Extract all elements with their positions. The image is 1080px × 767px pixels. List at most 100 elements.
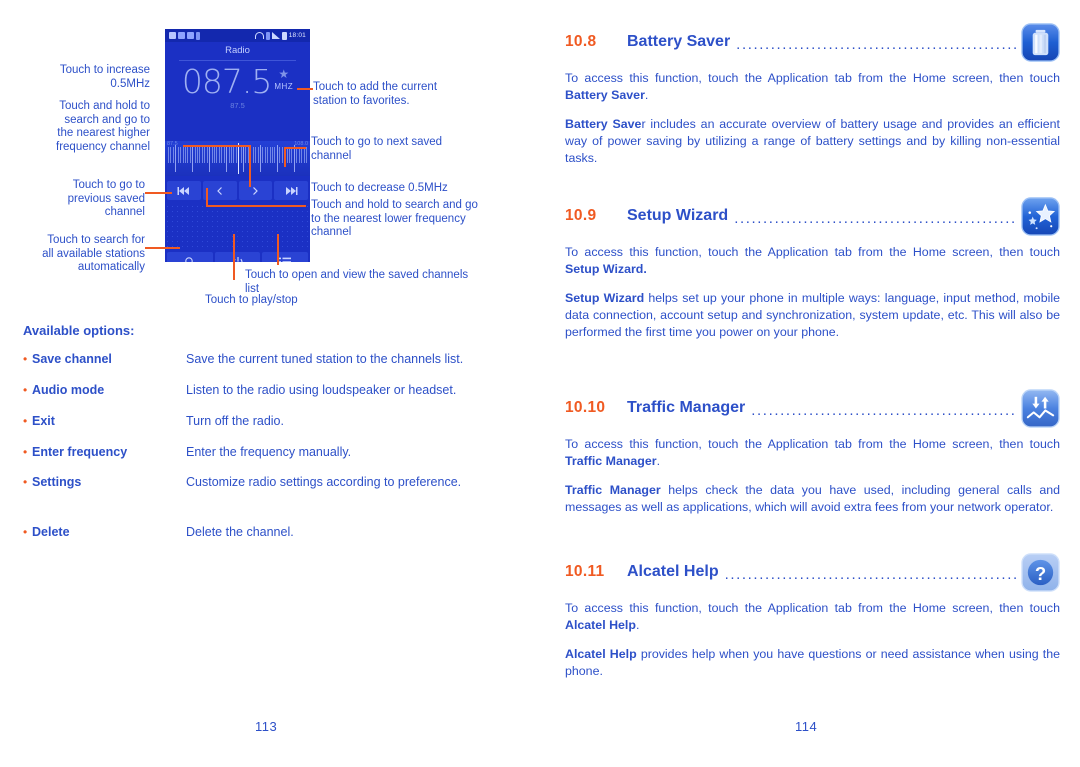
- emphasis-text: Setup Wizard: [565, 291, 645, 306]
- emphasis-text: Setup Wizard.: [565, 262, 647, 276]
- tuner-tick: [245, 147, 247, 163]
- tuner-tick: [274, 147, 276, 163]
- body-text: To access this function, touch the Appli…: [565, 437, 1060, 451]
- leader-line-search-lower: [206, 205, 306, 207]
- leader-line-search-higher-vert: [249, 145, 251, 187]
- body-text: .: [656, 454, 661, 468]
- section-title: Setup Wizard: [627, 207, 729, 224]
- tuner-tick: [197, 147, 199, 163]
- play-stop-button[interactable]: [214, 252, 261, 262]
- body-text: .: [635, 618, 640, 632]
- page-number-right: 114: [795, 719, 818, 734]
- option-term: Delete: [32, 525, 70, 539]
- frequency-value: 087.5: [181, 62, 272, 101]
- emphasis-text: Battery Saver: [565, 88, 645, 102]
- sim-icon: [187, 32, 194, 39]
- texture-dots: [165, 204, 310, 249]
- scan-stations-button[interactable]: [167, 252, 213, 262]
- leader-dots: ........................................…: [724, 565, 1017, 583]
- manual-spread: 18:01 Radio 087.5 ★ MHZ 87.5 87.5 108.0: [0, 0, 1080, 767]
- frequency-subtext: 87.5: [230, 101, 245, 110]
- tuner-tick: [269, 147, 271, 163]
- bullet-icon: •: [23, 525, 28, 539]
- emphasis-text: Traffic Manager: [565, 483, 661, 498]
- tuner-tick: [218, 147, 220, 163]
- callout-search-all-stations: Touch to search for all available station…: [42, 234, 145, 273]
- tuner-tick: [279, 147, 281, 163]
- tuner-tick: [233, 147, 235, 163]
- svg-text:?: ?: [1035, 562, 1046, 583]
- section-paragraph: Battery Saver includes an accurate overv…: [565, 116, 1060, 167]
- callout-add-favorite: Touch to add the current station to favor…: [313, 81, 438, 107]
- section-paragraph: Setup Wizard helps set up your phone in …: [565, 290, 1060, 341]
- tuner-tick: [296, 147, 298, 163]
- leader-dots: ........................................…: [734, 209, 1017, 227]
- title-divider: [179, 60, 296, 61]
- section-title: Alcatel Help: [627, 563, 719, 580]
- tuner-tick: [303, 147, 305, 163]
- section-title: Traffic Manager: [627, 399, 746, 416]
- section-title: Battery Saver: [627, 33, 731, 50]
- emphasis-text: Traffic Manager: [565, 454, 657, 468]
- tuner-tick: [199, 147, 201, 163]
- tuner-tick: [240, 147, 242, 163]
- option-term: Save channel: [32, 352, 112, 366]
- section-heading: 10.10 Traffic Manager....................…: [565, 388, 1060, 428]
- option-description: Turn off the radio.: [186, 414, 284, 428]
- bullet-icon: •: [23, 475, 28, 489]
- signal-icon: [271, 32, 280, 39]
- tuner-tick: [281, 147, 283, 163]
- body-text: To access this function, touch the Appli…: [565, 71, 1060, 85]
- callout-next-saved: Touch to go to next saved channel: [311, 136, 443, 162]
- section-paragraph: To access this function, touch the Appli…: [565, 600, 1060, 634]
- manual-section: 10.8 Battery Saver.......................…: [565, 22, 1060, 180]
- saved-channels-list-button[interactable]: [262, 252, 309, 262]
- tuner-tick: [301, 147, 303, 163]
- tuner-tick: [213, 147, 215, 163]
- tuner-tick: [177, 147, 179, 163]
- tuner-tick: [293, 145, 295, 172]
- body-text: To access this function, touch the Appli…: [565, 245, 1060, 259]
- tuner-tick: [272, 147, 274, 163]
- callout-play-stop: Touch to play/stop: [205, 294, 298, 306]
- leader-line-search-all: [145, 247, 180, 249]
- section-paragraph: To access this function, touch the Appli…: [565, 244, 1060, 278]
- page-number-left: 113: [255, 719, 278, 734]
- radio-app-title: Radio: [225, 45, 250, 56]
- section-paragraph: To access this function, touch the Appli…: [565, 70, 1060, 104]
- tuner-tick: [289, 147, 290, 163]
- tuner-tick: [305, 147, 307, 163]
- tuner-tick: [226, 145, 228, 172]
- bullet-icon: •: [23, 414, 28, 428]
- option-description: Customize radio settings according to pr…: [186, 475, 462, 489]
- option-description: Enter the frequency manually.: [186, 445, 352, 459]
- leader-line-previous-saved: [145, 192, 172, 194]
- section-number: 10.11: [565, 563, 605, 580]
- next-saved-channel-button[interactable]: [274, 181, 308, 200]
- callout-search-lower: Touch and hold to search and go to the ne…: [311, 199, 478, 238]
- tuner-tick: [257, 147, 259, 163]
- body-text: provides help when you have questions or…: [565, 647, 1060, 679]
- tuner-tick: [243, 145, 245, 172]
- tuner-tick: [201, 147, 203, 163]
- star-icon[interactable]: ★: [278, 68, 289, 80]
- frequency-display: 087.5 ★ MHZ: [165, 65, 310, 99]
- tuner-tick: [172, 147, 174, 163]
- increase-frequency-button[interactable]: [238, 181, 273, 200]
- previous-saved-channel-button[interactable]: [167, 181, 201, 200]
- decrease-frequency-button[interactable]: [202, 181, 237, 200]
- tuner-tick: [298, 147, 300, 163]
- tuner-tick: [221, 147, 223, 163]
- option-term: Settings: [32, 475, 82, 489]
- leader-line-next-saved: [284, 147, 306, 149]
- leader-line-search-higher: [183, 145, 251, 147]
- section-paragraph: To access this function, touch the Appli…: [565, 436, 1060, 470]
- tuner-tick: [192, 145, 194, 172]
- option-description: Listen to the radio using loudspeaker or…: [186, 383, 457, 397]
- tuner-tick: [170, 147, 172, 163]
- leader-line-add-favorite: [297, 88, 313, 90]
- callout-saved-channels-list: Touch to open and view the saved channel…: [245, 269, 469, 295]
- available-options-title: Available options:: [23, 323, 135, 338]
- leader-dots: ........................................…: [751, 401, 1017, 419]
- frequency-unit: MHZ: [274, 82, 294, 91]
